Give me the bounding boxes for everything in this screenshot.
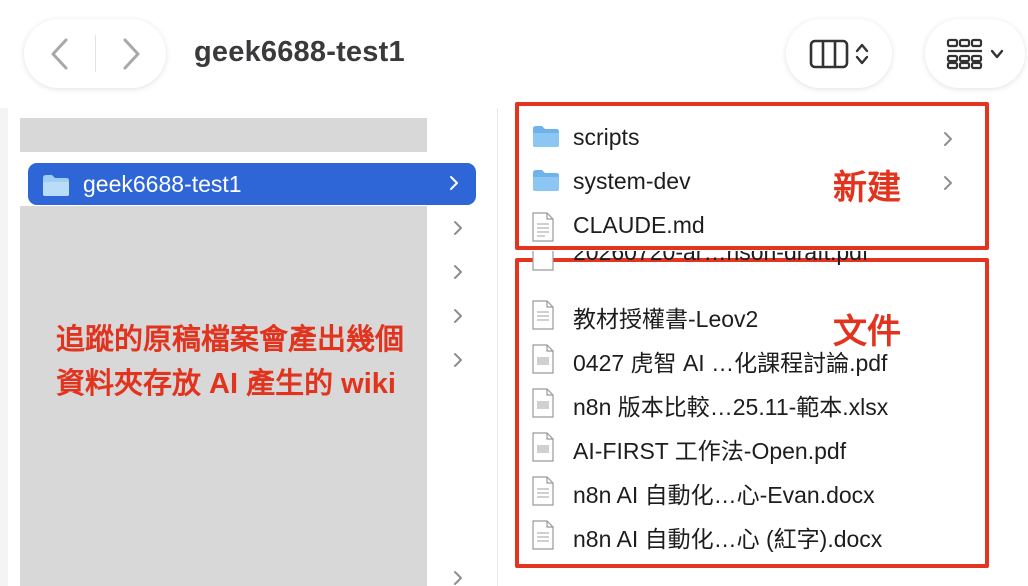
file-name: AI-FIRST 工作法-Open.pdf bbox=[573, 438, 847, 464]
folder-icon bbox=[533, 170, 559, 191]
file-row[interactable]: 教材授權書-Leov2 bbox=[520, 295, 970, 335]
chevron-right-icon[interactable] bbox=[453, 220, 463, 236]
group-button[interactable] bbox=[925, 19, 1025, 88]
chevron-right-icon bbox=[450, 176, 458, 190]
toolbar: geek6688-test1 bbox=[0, 0, 1028, 108]
chevron-right-icon bbox=[123, 38, 139, 69]
view-mode-button[interactable] bbox=[786, 19, 892, 88]
file-name: CLAUDE.md bbox=[573, 212, 705, 238]
chevron-right-icon[interactable] bbox=[453, 264, 463, 280]
file-name: n8n AI 自動化…心 (紅字).docx bbox=[573, 526, 883, 552]
file-row[interactable]: AI-FIRST 工作法-Open.pdf bbox=[520, 427, 970, 467]
folder-icon bbox=[43, 175, 69, 196]
file-row[interactable]: n8n AI 自動化…心-Evan.docx bbox=[520, 471, 970, 511]
selected-folder-label: geek6688-test1 bbox=[83, 171, 242, 197]
spreadsheet-file-icon bbox=[532, 388, 554, 418]
contents-column: scripts system-dev CLAUDE.md 新建 20260720… bbox=[498, 102, 1028, 586]
grid-group-icon bbox=[946, 38, 983, 69]
file-name: 教材授權書-Leov2 bbox=[573, 306, 759, 332]
file-name: system-dev bbox=[573, 168, 691, 194]
pdf-file-icon bbox=[532, 432, 554, 462]
docx-file-icon bbox=[532, 520, 554, 550]
file-row[interactable]: CLAUDE.md bbox=[520, 207, 970, 247]
new-items-label: 新建 bbox=[833, 169, 901, 207]
annotation-note: 追蹤的原稿檔案會產出幾個資料夾存放 AI 產生的 wiki bbox=[56, 324, 405, 400]
window-title: geek6688-test1 bbox=[194, 36, 405, 68]
chevron-down-icon bbox=[990, 49, 1004, 58]
document-icon bbox=[532, 251, 554, 271]
column-edge bbox=[0, 108, 8, 586]
file-name: scripts bbox=[573, 124, 640, 150]
file-row[interactable]: 0427 虎智 AI …化課程討論.pdf bbox=[520, 339, 970, 379]
chevron-right-icon[interactable] bbox=[453, 352, 463, 368]
selected-folder-row[interactable]: geek6688-test1 bbox=[28, 163, 476, 205]
file-name: 0427 虎智 AI …化課程討論.pdf bbox=[573, 350, 888, 376]
file-row[interactable]: system-dev bbox=[520, 163, 970, 203]
file-row[interactable]: n8n 版本比較…25.11-範本.xlsx bbox=[520, 383, 970, 423]
file-row[interactable]: n8n AI 自動化…心 (紅字).docx bbox=[520, 515, 970, 555]
file-name: n8n AI 自動化…心-Evan.docx bbox=[573, 482, 875, 508]
chevron-right-icon[interactable] bbox=[453, 308, 463, 324]
file-name: 20260720-ar…rison-draft.pdf bbox=[573, 251, 869, 265]
document-icon bbox=[532, 300, 554, 330]
document-icon bbox=[532, 212, 554, 242]
navigation-buttons bbox=[24, 19, 166, 88]
forward-button[interactable] bbox=[95, 19, 166, 88]
file-row[interactable]: 20260720-ar…rison-draft.pdf bbox=[520, 251, 970, 283]
file-name: n8n 版本比較…25.11-範本.xlsx bbox=[573, 394, 889, 420]
docx-file-icon bbox=[532, 476, 554, 506]
chevron-right-icon bbox=[944, 176, 952, 190]
updown-chevron-icon bbox=[855, 43, 869, 64]
redacted-area bbox=[20, 118, 427, 152]
back-button[interactable] bbox=[24, 19, 95, 88]
pdf-file-icon bbox=[532, 344, 554, 374]
chevron-right-icon[interactable] bbox=[453, 570, 463, 586]
file-row[interactable]: scripts bbox=[520, 119, 970, 159]
folder-icon bbox=[533, 126, 559, 147]
column-view-icon bbox=[809, 39, 849, 68]
chevron-right-icon bbox=[944, 132, 952, 146]
chevron-left-icon bbox=[51, 38, 67, 69]
parent-column: geek6688-test1 追蹤的原稿檔案會產出幾個資料夾存放 AI 產生的 … bbox=[0, 108, 497, 586]
